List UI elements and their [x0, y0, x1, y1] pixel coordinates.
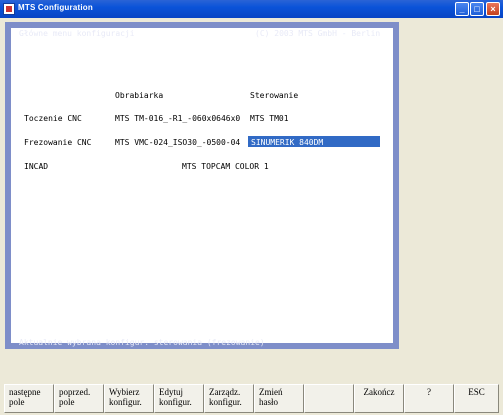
menu-title: Główne menu konfiguracji: [19, 29, 135, 38]
row-control-turning[interactable]: MTS TM01: [250, 114, 289, 123]
column-header-machine: Obrabiarka: [115, 91, 164, 100]
status-message: Aktualnie wybrana konfigur. sterowania (…: [19, 338, 265, 347]
app-icon: [3, 3, 15, 15]
fkey-prev-field[interactable]: poprzed. pole: [54, 384, 104, 413]
minimize-button[interactable]: _: [455, 2, 469, 16]
fkey-exit[interactable]: Zakończ: [354, 384, 404, 413]
fkey-next-field[interactable]: następne pole: [4, 384, 54, 413]
fkey-help[interactable]: ?: [404, 384, 454, 413]
row-label-turning: Toczenie CNC: [24, 114, 82, 123]
row-machine-milling[interactable]: MTS VMC-024_ISO30_-0500-04: [115, 138, 240, 147]
fkey-change-password[interactable]: Zmień hasło: [254, 384, 304, 413]
title-bar: MTS Configuration _ □ ×: [0, 0, 503, 18]
terminal-header: Główne menu konfiguracji (C) 2003 MTS Gm…: [5, 29, 399, 41]
fkey-select-config[interactable]: Wybierz konfigur.: [104, 384, 154, 413]
maximize-button[interactable]: □: [470, 2, 484, 16]
row-machine-incad[interactable]: MTS TOPCAM COLOR 1: [182, 162, 269, 171]
status-line: [5, 358, 399, 370]
row-label-incad: INCAD: [24, 162, 49, 171]
column-header-control: Sterowanie: [250, 91, 299, 100]
fkey-empty[interactable]: [304, 384, 354, 413]
terminal-footer: Aktualnie wybrana konfigur. sterowania (…: [5, 338, 399, 350]
copyright: (C) 2003 MTS GmbH - Berlin: [255, 29, 381, 38]
close-button[interactable]: ×: [486, 2, 500, 16]
row-label-milling: Frezowanie CNC: [24, 138, 92, 147]
fkey-manage-config[interactable]: Zarządz. konfigur.: [204, 384, 254, 413]
function-key-bar: następne pole poprzed. pole Wybierz konf…: [0, 384, 503, 415]
row-machine-turning[interactable]: MTS TM-016_-R1_-060x0646x0: [115, 114, 240, 123]
window-title: MTS Configuration: [18, 3, 93, 12]
fkey-edit-config[interactable]: Edytuj konfigur.: [154, 384, 204, 413]
row-control-milling-selected[interactable]: SINUMERIK 840DM: [251, 138, 323, 147]
terminal-panel: [5, 22, 399, 349]
fkey-escape[interactable]: ESC: [454, 384, 499, 413]
